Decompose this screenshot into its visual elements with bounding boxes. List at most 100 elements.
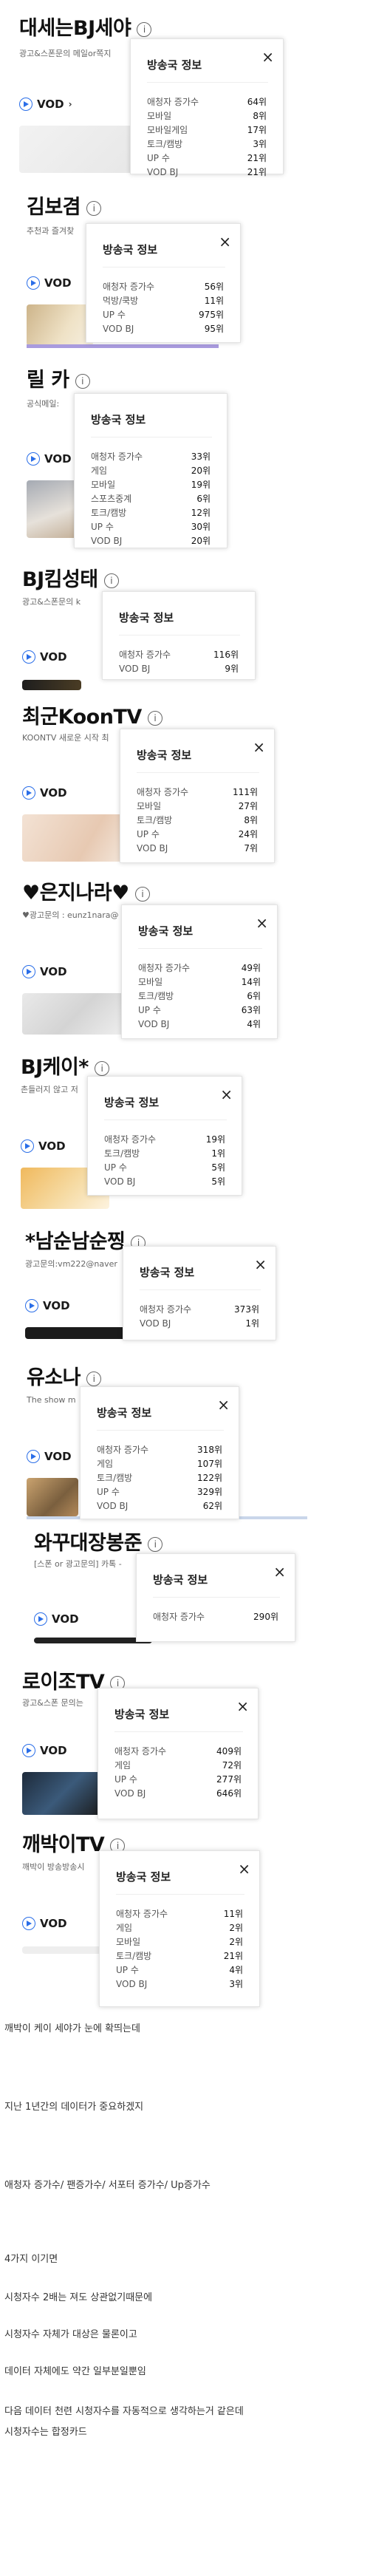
- ranking-value: 6위: [196, 494, 211, 504]
- info-icon[interactable]: i: [147, 710, 162, 726]
- play-icon: [22, 965, 35, 978]
- ranking-list: 애청자 증가수 11위 게임 2위 모바일 2위 토크/캠방 21위 UP 수 4위 VO…: [116, 1907, 243, 1991]
- vod-thumbnail[interactable]: [25, 1327, 129, 1339]
- streamer-name-text: BJ케이*: [21, 1056, 89, 1079]
- vod-thumbnail[interactable]: [22, 1946, 103, 1954]
- streamer-name-text: 로이조TV: [22, 1671, 105, 1694]
- close-icon[interactable]: ×: [256, 916, 268, 930]
- ranking-list: 애청자 증가수 116위 VOD BJ 9위: [119, 648, 239, 676]
- station-info-popup: 방송국 정보 애청자 증가수 33위 게임 20위 모바일 19위 스포츠중계 6위 토…: [74, 393, 227, 548]
- ranking-label: 토크/캠방: [116, 1951, 152, 1961]
- vod-button[interactable]: VOD: [34, 1612, 79, 1626]
- ranking-value: 329위: [197, 1487, 222, 1497]
- info-icon[interactable]: i: [86, 200, 102, 216]
- ranking-value: 19위: [191, 480, 211, 490]
- close-icon[interactable]: ×: [261, 50, 274, 64]
- vod-thumbnail[interactable]: [22, 1772, 103, 1815]
- ranking-row: 애청자 증가수 409위: [114, 1745, 242, 1759]
- ranking-label: 애청자 증가수: [137, 787, 189, 797]
- ranking-row: 애청자 증가수 56위: [103, 280, 224, 294]
- ranking-list: 애청자 증가수 56위 먹방/쿡방 11위 UP 수 975위 VOD BJ 95위: [103, 280, 224, 336]
- ranking-row: UP 수 30위: [91, 520, 211, 534]
- streamer-name[interactable]: 최군KoonTV i: [22, 701, 162, 729]
- vod-button[interactable]: VOD: [22, 1744, 67, 1757]
- station-info-popup: 방송국 정보 × 애청자 증가수 409위 게임 72위 UP 수 277위 VOD …: [97, 1688, 259, 1819]
- vod-button[interactable]: VOD: [25, 1299, 70, 1312]
- ranking-value: 12위: [191, 508, 211, 518]
- info-icon[interactable]: i: [134, 886, 150, 902]
- ranking-list: 애청자 증가수 409위 게임 72위 UP 수 277위 VOD BJ 646위: [114, 1745, 242, 1801]
- ranking-value: 95위: [204, 324, 224, 334]
- post-text-line: 시청자수는 합정카드: [4, 2427, 87, 2438]
- vod-thumbnail[interactable]: [27, 304, 93, 346]
- vod-button[interactable]: VOD: [22, 1917, 67, 1930]
- close-icon[interactable]: ×: [273, 1564, 286, 1579]
- streamer-name[interactable]: ♥은지나라♥ i: [22, 876, 150, 905]
- ranking-label: UP 수: [104, 1162, 127, 1173]
- streamer-description: 깨박이 방송방송시: [22, 1862, 85, 1872]
- close-icon[interactable]: ×: [219, 234, 231, 249]
- ranking-value: 1위: [245, 1318, 259, 1329]
- streamer-name[interactable]: 와꾸대장봉준 i: [34, 1527, 163, 1556]
- streamer-name[interactable]: BJ킴성태 i: [22, 563, 119, 592]
- play-icon: [22, 786, 35, 800]
- ranking-row: 토크/캠방 1위: [104, 1147, 225, 1161]
- popup-title: 방송국 정보: [119, 611, 174, 624]
- station-info-popup: 방송국 정보 × 애청자 증가수 56위 먹방/쿡방 11위 UP 수 975위 VO…: [86, 223, 241, 343]
- vod-thumbnail[interactable]: [22, 993, 133, 1035]
- close-icon[interactable]: ×: [254, 1257, 267, 1272]
- info-icon[interactable]: i: [75, 373, 90, 389]
- streamer-description: [스폰 or 광고문의] 카톡 -: [34, 1559, 122, 1569]
- vod-thumbnail[interactable]: [22, 680, 81, 690]
- streamer-card: 와꾸대장봉준 i [스폰 or 광고문의] 카톡 - VOD 방송국 정보 × 애…: [0, 1519, 373, 1658]
- ranking-label: VOD BJ: [140, 1318, 171, 1329]
- ranking-row: VOD BJ 646위: [114, 1787, 242, 1801]
- vod-thumbnail[interactable]: [27, 1478, 78, 1516]
- ranking-label: 토크/캠방: [97, 1473, 133, 1483]
- streamer-name[interactable]: 릴 카i: [27, 364, 90, 392]
- ranking-label: 애청자 증가수: [97, 1445, 149, 1455]
- ranking-value: 56위: [204, 282, 224, 292]
- vod-button[interactable]: VOD: [22, 965, 67, 978]
- ranking-row: 애청자 증가수 33위: [91, 450, 211, 464]
- ranking-row: 애청자 증가수 11위: [116, 1907, 243, 1921]
- ranking-value: 63위: [241, 1005, 261, 1015]
- vod-thumbnail[interactable]: [19, 126, 137, 173]
- vod-button[interactable]: VOD: [27, 1450, 72, 1463]
- divider: [153, 1597, 280, 1598]
- vod-button[interactable]: VOD: [27, 452, 72, 466]
- progress-bar: [27, 344, 219, 348]
- ranking-value: 72위: [222, 1760, 242, 1771]
- ranking-value: 7위: [244, 843, 258, 853]
- close-icon[interactable]: ×: [238, 1861, 250, 1876]
- ranking-value: 2위: [229, 1923, 243, 1933]
- info-icon[interactable]: i: [86, 1371, 102, 1386]
- info-icon[interactable]: i: [94, 1060, 109, 1076]
- vod-button[interactable]: VOD: [22, 786, 67, 800]
- close-icon[interactable]: ×: [217, 1397, 230, 1412]
- streamer-name[interactable]: 김보겸 i: [27, 191, 102, 219]
- vod-button[interactable]: VOD: [21, 1139, 66, 1153]
- close-icon[interactable]: ×: [236, 1699, 249, 1714]
- streamer-name[interactable]: 대세는BJ세야 i: [19, 12, 152, 41]
- ranking-value: 318위: [197, 1445, 222, 1455]
- vod-thumbnail[interactable]: [22, 814, 133, 862]
- vod-button[interactable]: VOD: [27, 276, 72, 290]
- vod-label: VOD: [44, 452, 72, 466]
- vod-button[interactable]: VOD: [22, 650, 67, 664]
- ranking-row: VOD BJ 62위: [97, 1499, 222, 1513]
- info-icon[interactable]: i: [148, 1536, 163, 1552]
- close-icon[interactable]: ×: [253, 740, 265, 754]
- info-icon[interactable]: i: [103, 573, 119, 588]
- popup-title: 방송국 정보: [103, 243, 158, 256]
- vod-thumbnail[interactable]: [34, 1638, 152, 1643]
- ranking-label: 애청자 증가수: [103, 282, 155, 292]
- post-text-line: 데이터 자체에도 약간 일부분일뿐임: [4, 2366, 146, 2377]
- info-icon[interactable]: i: [137, 21, 152, 37]
- station-info-popup: 방송국 정보 애청자 증가수 116위 VOD BJ 9위: [102, 591, 256, 680]
- ranking-label: UP 수: [97, 1487, 120, 1497]
- post-text-line: 애청자 증가수/ 팬증가수/ 서포터 증가수/ Up증가수: [4, 2180, 211, 2191]
- vod-button[interactable]: VOD ›: [19, 98, 72, 111]
- close-icon[interactable]: ×: [220, 1087, 233, 1102]
- ranking-list: 애청자 증가수 373위 VOD BJ 1위: [140, 1303, 259, 1331]
